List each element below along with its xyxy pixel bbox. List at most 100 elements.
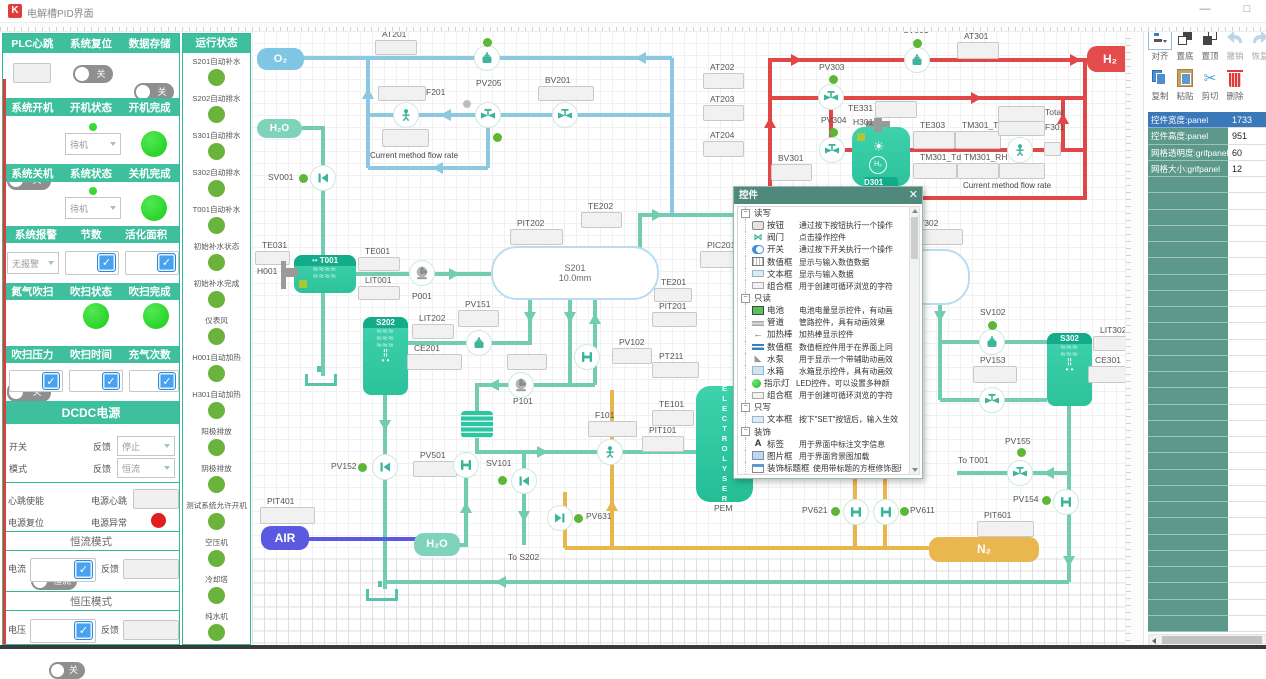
instrument-field-PV153[interactable] <box>973 366 1017 383</box>
instrument-field-PIT201[interactable] <box>652 312 697 327</box>
property-value[interactable] <box>1228 437 1266 453</box>
voltage-apply-checkbox[interactable]: ✓ <box>74 621 93 640</box>
instrument-field-BV201[interactable] <box>538 86 594 101</box>
property-value[interactable] <box>1228 535 1266 551</box>
property-row[interactable] <box>1148 567 1266 583</box>
minimize-button[interactable]: — <box>1196 3 1214 15</box>
palette-item-数值框[interactable]: 数值框显示与输入数值数据 <box>738 256 909 268</box>
instrument-field-AT301[interactable] <box>957 42 999 59</box>
scroll-left-icon[interactable] <box>1152 638 1156 644</box>
instrument-field-PV151[interactable] <box>458 310 499 327</box>
property-row[interactable] <box>1148 600 1266 616</box>
property-value[interactable] <box>1228 567 1266 583</box>
tank-S302[interactable]: S302 ≈≈≈≈≈≈ ¦¦• • <box>1047 333 1092 406</box>
instrument-field-TM301_T[interactable] <box>955 131 1001 149</box>
palette-tree[interactable]: −读写按钮通过按下按钮执行一个操作⋈阀门点击操作控件开关通过按下开关执行一个操作… <box>737 206 910 475</box>
palette-group-只写[interactable]: −只写 <box>738 401 909 413</box>
property-value[interactable] <box>1228 616 1266 632</box>
valve-icon-PV155[interactable] <box>1007 460 1033 486</box>
tank-S201[interactable]: S201 10.0mm <box>491 246 659 300</box>
property-value[interactable]: 60 <box>1228 145 1266 161</box>
property-row[interactable] <box>1148 323 1266 339</box>
property-row[interactable] <box>1148 518 1266 534</box>
tree-expand-icon[interactable]: − <box>741 427 750 436</box>
instrument-field-PIT601[interactable] <box>977 521 1034 537</box>
hscrollbar-thumb[interactable] <box>1162 636 1262 644</box>
property-row[interactable]: 网格透明度:grifpanel60 <box>1148 145 1266 161</box>
flowmeter-icon-FM201[interactable] <box>393 102 419 128</box>
valve-icon-PV303v[interactable] <box>818 84 844 110</box>
palette-group-读写[interactable]: −读写 <box>738 207 909 219</box>
instrument-field-PIT401[interactable] <box>260 507 315 524</box>
active-area-apply-checkbox[interactable]: ✓ <box>157 253 176 272</box>
valve-icon-SV001[interactable] <box>310 165 336 191</box>
property-value[interactable] <box>1228 210 1266 226</box>
instrument-field-AT204[interactable] <box>703 141 744 157</box>
property-row[interactable] <box>1148 486 1266 502</box>
instrument-field-TE303[interactable] <box>913 131 955 149</box>
dcdc-switch-feedback-select[interactable]: 停止 <box>117 436 175 456</box>
property-value[interactable] <box>1228 177 1266 193</box>
property-value[interactable] <box>1228 551 1266 567</box>
property-row[interactable] <box>1148 307 1266 323</box>
instrument-field-TE101[interactable] <box>652 410 694 426</box>
instrument-field-F201[interactable] <box>378 86 426 101</box>
instrument-field-F101[interactable] <box>588 421 637 437</box>
instrument-field-CE201[interactable] <box>407 354 462 370</box>
palette-group-装饰[interactable]: −装饰 <box>738 426 909 438</box>
property-row[interactable] <box>1148 535 1266 551</box>
instrument-field-AT201[interactable] <box>375 40 417 55</box>
palette-item-装饰线[interactable]: 装饰线使用线条修饰图形化组合或 <box>738 474 909 475</box>
palette-item-数值框[interactable]: 数值框数值框控件用于在界面上同 <box>738 341 909 353</box>
valve-icon-SV201[interactable] <box>474 45 500 71</box>
instrument-field-PV501[interactable] <box>413 461 457 477</box>
instrument-field-TE001[interactable] <box>358 257 400 271</box>
palette-item-水箱[interactable]: 水箱水箱显示控件，具有动画效 <box>738 365 909 377</box>
palette-item-开关[interactable]: 开关通过按下开关执行一个操作 <box>738 243 909 255</box>
property-value[interactable] <box>1228 600 1266 616</box>
property-value[interactable]: 12 <box>1228 161 1266 177</box>
property-value[interactable] <box>1228 502 1266 518</box>
toolbar-button-copy[interactable]: 复制 <box>1148 67 1172 102</box>
toolbar-button-undo[interactable]: 撤销 <box>1223 27 1247 62</box>
pump-icon-P001p[interactable] <box>409 260 435 286</box>
palette-item-文本框[interactable]: 文本框显示与输入数据 <box>738 268 909 280</box>
property-row[interactable] <box>1148 583 1266 599</box>
valve-icon-PV631[interactable] <box>547 505 573 531</box>
controls-palette-window[interactable]: 控件 ✕ −读写按钮通过按下按钮执行一个操作⋈阀门点击操作控件开关通过按下开关执… <box>733 186 923 479</box>
property-value[interactable]: 951 <box>1228 128 1266 144</box>
valve-icon-PV501v[interactable] <box>453 452 479 478</box>
property-value[interactable] <box>1228 356 1266 372</box>
palette-group-只读[interactable]: −只读 <box>738 292 909 304</box>
instrument-field-PIT202[interactable] <box>510 229 563 245</box>
palette-scrollbar[interactable] <box>909 206 920 475</box>
valve-icon-PV205v[interactable] <box>475 102 501 128</box>
system-reset-toggle[interactable]: 关 <box>73 65 113 83</box>
voltage-feedback-field[interactable] <box>123 620 179 640</box>
property-row[interactable]: 网格大小:grifpanel12 <box>1148 161 1266 177</box>
palette-item-文本框[interactable]: 文本框按下"SET"按钮后，输入生效 <box>738 413 909 425</box>
scroll-up-icon[interactable] <box>912 209 918 213</box>
property-value[interactable]: 1733 <box>1228 112 1266 128</box>
flowmeter-icon-FM101[interactable] <box>597 439 623 465</box>
valve-icon-PV154v[interactable] <box>1053 489 1079 515</box>
purge-pressure-apply-checkbox[interactable]: ✓ <box>42 372 60 390</box>
instrument-field-FV201[interactable] <box>382 129 429 147</box>
current-feedback-field[interactable] <box>123 559 179 579</box>
property-value[interactable] <box>1228 258 1266 274</box>
instrument-field-LIT202[interactable] <box>412 324 454 339</box>
property-row[interactable]: 控件宽度:panel1733 <box>1148 112 1266 128</box>
property-value[interactable] <box>1228 372 1266 388</box>
property-value[interactable] <box>1228 340 1266 356</box>
property-value[interactable] <box>1228 486 1266 502</box>
toolbar-button-tobottom[interactable]: 置底 <box>1173 27 1197 62</box>
property-row[interactable] <box>1148 437 1266 453</box>
property-value[interactable] <box>1228 291 1266 307</box>
palette-item-图片框[interactable]: 图片框用于界面背景图加载 <box>738 450 909 462</box>
property-value[interactable] <box>1228 583 1266 599</box>
palette-title-bar[interactable]: 控件 ✕ <box>734 187 922 204</box>
toolbar-button-redo[interactable]: 恢复 <box>1248 27 1266 62</box>
valve-icon-PV621[interactable] <box>843 499 869 525</box>
palette-item-按钮[interactable]: 按钮通过按下按钮执行一个操作 <box>738 219 909 231</box>
palette-item-电池[interactable]: 电池电池电量显示控件，有动画 <box>738 304 909 316</box>
